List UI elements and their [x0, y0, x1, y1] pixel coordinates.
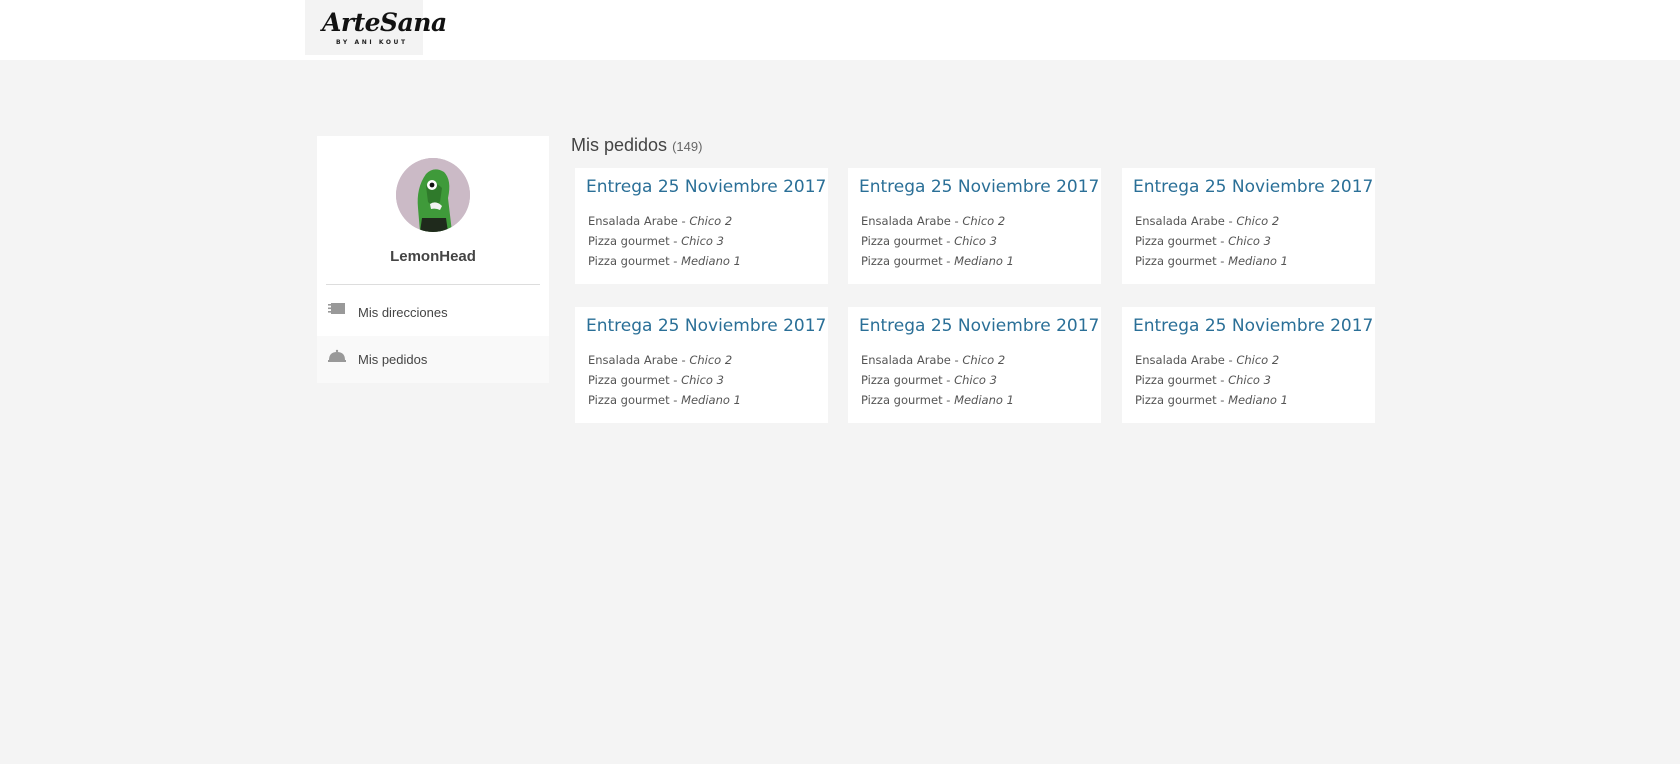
order-item: Ensalada Arabe - Chico 2: [1135, 353, 1280, 367]
food-dome-icon: [328, 349, 346, 363]
profile-sidebar: LemonHead Mis direcciones Mis pedidos: [317, 136, 549, 383]
brand-name: ArteSana: [322, 8, 447, 37]
sidebar-item-mis-pedidos[interactable]: Mis pedidos: [317, 336, 549, 383]
order-card-title: Entrega 25 Noviembre 2017: [1133, 316, 1374, 336]
order-card-title: Entrega 25 Noviembre 2017: [1133, 177, 1374, 197]
order-item: Pizza gourmet - Chico 3: [1135, 373, 1271, 387]
order-item: Ensalada Arabe - Chico 2: [588, 214, 733, 228]
order-card[interactable]: Entrega 25 Noviembre 2017 Ensalada Arabe…: [575, 307, 828, 423]
top-bar: ArteSana BY ANI KOUT: [0, 0, 1680, 60]
avatar-figure-icon: [396, 158, 470, 232]
sidebar-item-label: Mis direcciones: [358, 305, 448, 320]
order-card[interactable]: Entrega 25 Noviembre 2017 Ensalada Arabe…: [1122, 168, 1375, 284]
sidebar-item-label: Mis pedidos: [358, 352, 428, 367]
order-item: Pizza gourmet - Mediano 1: [861, 393, 1014, 407]
orders-count: (149): [672, 139, 703, 154]
brand-logo[interactable]: ArteSana BY ANI KOUT: [305, 0, 447, 55]
order-item: Pizza gourmet - Chico 3: [861, 234, 997, 248]
address-book-icon: [328, 302, 346, 316]
order-card[interactable]: Entrega 25 Noviembre 2017 Ensalada Arabe…: [1122, 307, 1375, 423]
order-item: Ensalada Arabe - Chico 2: [1135, 214, 1280, 228]
order-item: Pizza gourmet - Chico 3: [588, 373, 724, 387]
order-card-title: Entrega 25 Noviembre 2017: [586, 177, 827, 197]
order-item: Pizza gourmet - Mediano 1: [588, 254, 741, 268]
avatar: [396, 158, 470, 232]
brand-tagline: BY ANI KOUT: [336, 39, 408, 46]
order-card-title: Entrega 25 Noviembre 2017: [859, 177, 1100, 197]
order-item: Pizza gourmet - Chico 3: [861, 373, 997, 387]
divider: [326, 284, 540, 285]
order-card-title: Entrega 25 Noviembre 2017: [859, 316, 1100, 336]
order-item: Pizza gourmet - Mediano 1: [1135, 254, 1288, 268]
order-card[interactable]: Entrega 25 Noviembre 2017 Ensalada Arabe…: [848, 168, 1101, 284]
order-item: Pizza gourmet - Mediano 1: [861, 254, 1014, 268]
order-item: Pizza gourmet - Mediano 1: [588, 393, 741, 407]
order-item: Ensalada Arabe - Chico 2: [588, 353, 733, 367]
order-item: Pizza gourmet - Chico 3: [588, 234, 724, 248]
order-item: Ensalada Arabe - Chico 2: [861, 353, 1006, 367]
order-card[interactable]: Entrega 25 Noviembre 2017 Ensalada Arabe…: [848, 307, 1101, 423]
username: LemonHead: [390, 248, 476, 265]
order-item: Pizza gourmet - Chico 3: [1135, 234, 1271, 248]
order-card-title: Entrega 25 Noviembre 2017: [586, 316, 827, 336]
order-item: Ensalada Arabe - Chico 2: [861, 214, 1006, 228]
order-item: Pizza gourmet - Mediano 1: [1135, 393, 1288, 407]
orders-title-text: Mis pedidos: [571, 135, 668, 155]
order-card[interactable]: Entrega 25 Noviembre 2017 Ensalada Arabe…: [575, 168, 828, 284]
page-title: Mis pedidos (149): [571, 135, 702, 156]
sidebar-item-mis-direcciones[interactable]: Mis direcciones: [317, 289, 549, 336]
